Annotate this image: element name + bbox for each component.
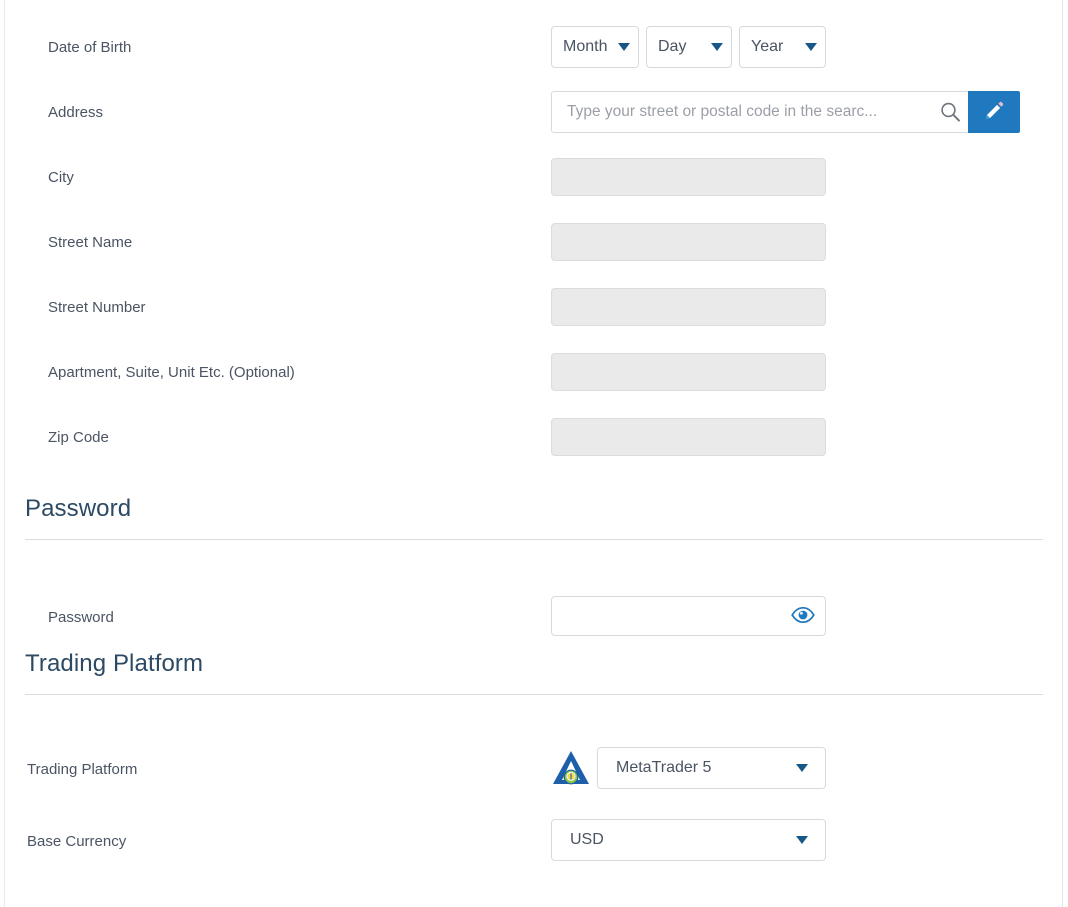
address-edit-button[interactable] [968, 91, 1020, 133]
dob-year-value: Year [751, 38, 784, 55]
section-password: Password [25, 497, 1043, 540]
chevron-down-icon [796, 836, 808, 844]
label-street-number: Street Number [48, 299, 146, 316]
label-password: Password [48, 609, 114, 626]
address-input-wrapper[interactable] [551, 91, 968, 133]
label-street-name: Street Name [48, 234, 133, 251]
base-currency-select[interactable]: USD [551, 819, 826, 861]
label-city: City [48, 169, 74, 186]
section-heading-trading-platform: Trading Platform [25, 650, 204, 677]
dob-day-select[interactable]: Day [646, 26, 732, 68]
page-right-border [1062, 0, 1063, 907]
label-zip-code: Zip Code [48, 429, 109, 446]
section-heading-password: Password [25, 495, 132, 522]
chevron-down-icon [796, 764, 808, 772]
apartment-input[interactable] [551, 353, 826, 391]
password-input-wrapper[interactable] [551, 596, 826, 636]
search-icon[interactable] [938, 100, 962, 124]
base-currency-value: USD [570, 831, 604, 848]
dob-month-select[interactable]: Month [551, 26, 639, 68]
eye-icon [791, 606, 815, 626]
label-apartment: Apartment, Suite, Unit Etc. (Optional) [48, 364, 295, 381]
address-search-group [551, 91, 1020, 133]
metatrader-logo-icon [551, 749, 591, 787]
dob-year-select[interactable]: Year [739, 26, 826, 68]
label-address: Address [48, 104, 104, 121]
dob-day-value: Day [658, 38, 687, 55]
chevron-down-icon [711, 43, 723, 51]
trading-platform-select[interactable]: MetaTrader 5 [597, 747, 826, 789]
zip-code-input[interactable] [551, 418, 826, 456]
label-trading-platform: Trading Platform [27, 761, 138, 778]
dob-month-value: Month [563, 38, 608, 55]
password-visibility-toggle[interactable] [791, 606, 815, 626]
city-input[interactable] [551, 158, 826, 196]
trading-platform-group: MetaTrader 5 [551, 747, 826, 789]
street-name-input[interactable] [551, 223, 826, 261]
pencil-icon [984, 100, 1005, 124]
chevron-down-icon [805, 43, 817, 51]
trading-platform-value: MetaTrader 5 [616, 759, 712, 776]
address-search-input[interactable] [565, 102, 936, 122]
label-date-of-birth: Date of Birth [48, 39, 132, 56]
chevron-down-icon [618, 43, 630, 51]
section-trading-platform: Trading Platform [25, 652, 1043, 695]
section-divider [25, 694, 1043, 695]
street-number-input[interactable] [551, 288, 826, 326]
label-base-currency: Base Currency [27, 833, 127, 850]
section-divider [25, 539, 1043, 540]
page-left-border [4, 0, 5, 907]
password-input[interactable] [564, 606, 791, 626]
